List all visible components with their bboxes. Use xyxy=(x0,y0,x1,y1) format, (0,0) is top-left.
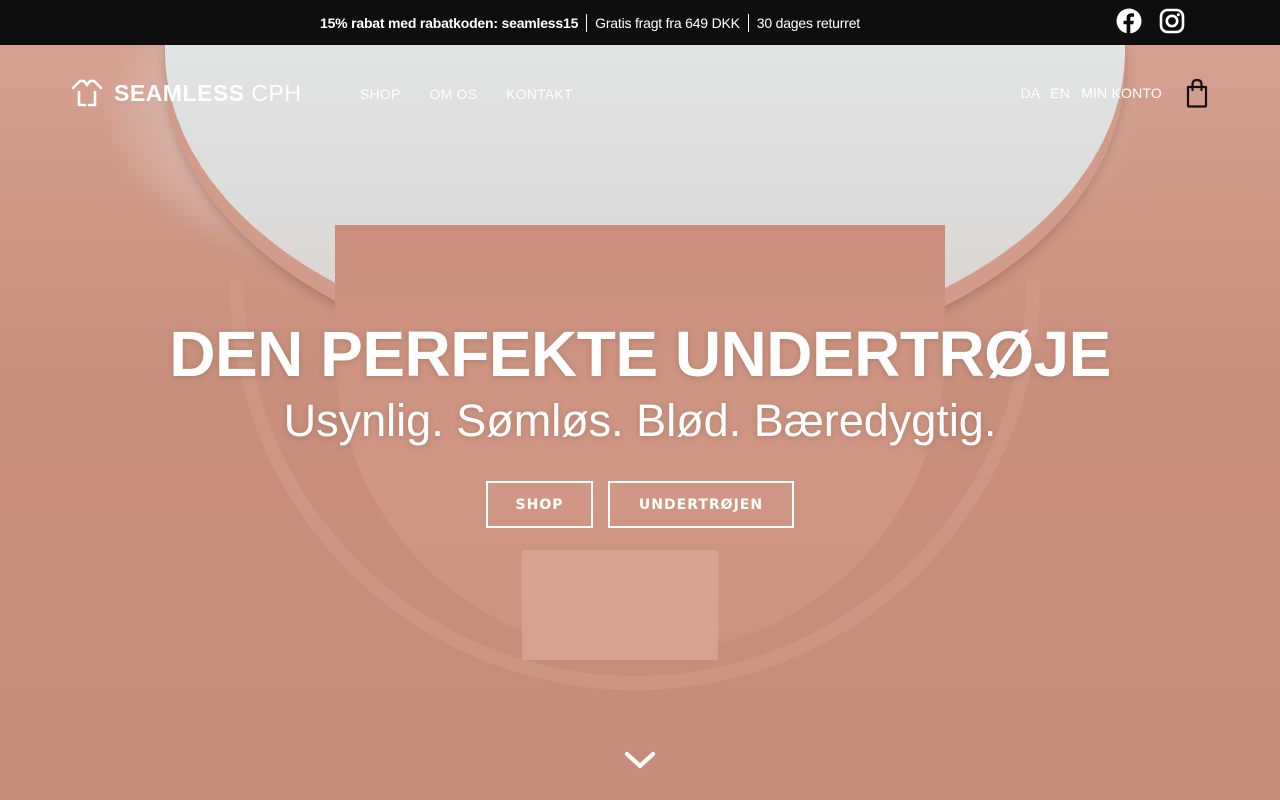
nav-about[interactable]: OM OS xyxy=(429,86,477,102)
undershirt-button[interactable]: UNDERTRØJEN xyxy=(608,481,794,528)
lang-da-link[interactable]: DA xyxy=(1020,85,1040,101)
facebook-icon xyxy=(1116,8,1142,34)
social-links xyxy=(1116,8,1185,34)
shopping-bag-icon xyxy=(1186,78,1208,108)
my-account-link[interactable]: MIN KONTO xyxy=(1081,85,1162,101)
nav-shop[interactable]: SHOP xyxy=(360,86,400,102)
announcement-bar: 15% rabat med rabatkoden: seamless15 Gra… xyxy=(0,0,1280,45)
returns-text: 30 dages returret xyxy=(756,14,860,31)
announcement-messages: 15% rabat med rabatkoden: seamless15 Gra… xyxy=(320,13,860,32)
promo-code-text: 15% rabat med rabatkoden: seamless15 xyxy=(320,14,579,31)
hero-cta-group: SHOP UNDERTRØJEN xyxy=(0,481,1280,528)
cart-button[interactable] xyxy=(1184,78,1210,108)
chevron-down-icon[interactable] xyxy=(624,750,656,772)
logo-bold-text: SEAMLESS xyxy=(114,79,245,106)
facebook-link[interactable] xyxy=(1116,8,1142,34)
lang-en-link[interactable]: EN xyxy=(1050,85,1070,101)
hero-subheadline: Usynlig. Sømløs. Blød. Bæredygtig. xyxy=(283,395,997,446)
hero-text: DEN PERFEKTE UNDERTRØJE Usynlig. Sømløs.… xyxy=(0,318,1280,528)
site-logo[interactable]: SEAMLESS CPH xyxy=(70,78,301,108)
instagram-icon xyxy=(1159,8,1185,34)
logo-shirt-icon xyxy=(71,79,103,107)
hero-background-label xyxy=(522,550,718,660)
divider xyxy=(747,13,749,32)
hero-headline: DEN PERFEKTE UNDERTRØJE xyxy=(169,318,1111,390)
instagram-link[interactable] xyxy=(1159,8,1185,34)
header-actions: DA EN MIN KONTO xyxy=(1020,78,1210,108)
shop-button[interactable]: SHOP xyxy=(486,481,593,528)
logo-wordmark: SEAMLESS CPH xyxy=(114,80,301,107)
divider xyxy=(586,13,588,32)
free-shipping-text: Gratis fragt fra 649 DKK xyxy=(595,14,740,31)
site-header: SEAMLESS CPH SHOP OM OS KONTAKT DA EN MI… xyxy=(0,45,1280,145)
main-nav: SHOP OM OS KONTAKT xyxy=(360,86,573,102)
logo-light-text: CPH xyxy=(251,79,302,106)
nav-contact[interactable]: KONTAKT xyxy=(506,86,572,102)
